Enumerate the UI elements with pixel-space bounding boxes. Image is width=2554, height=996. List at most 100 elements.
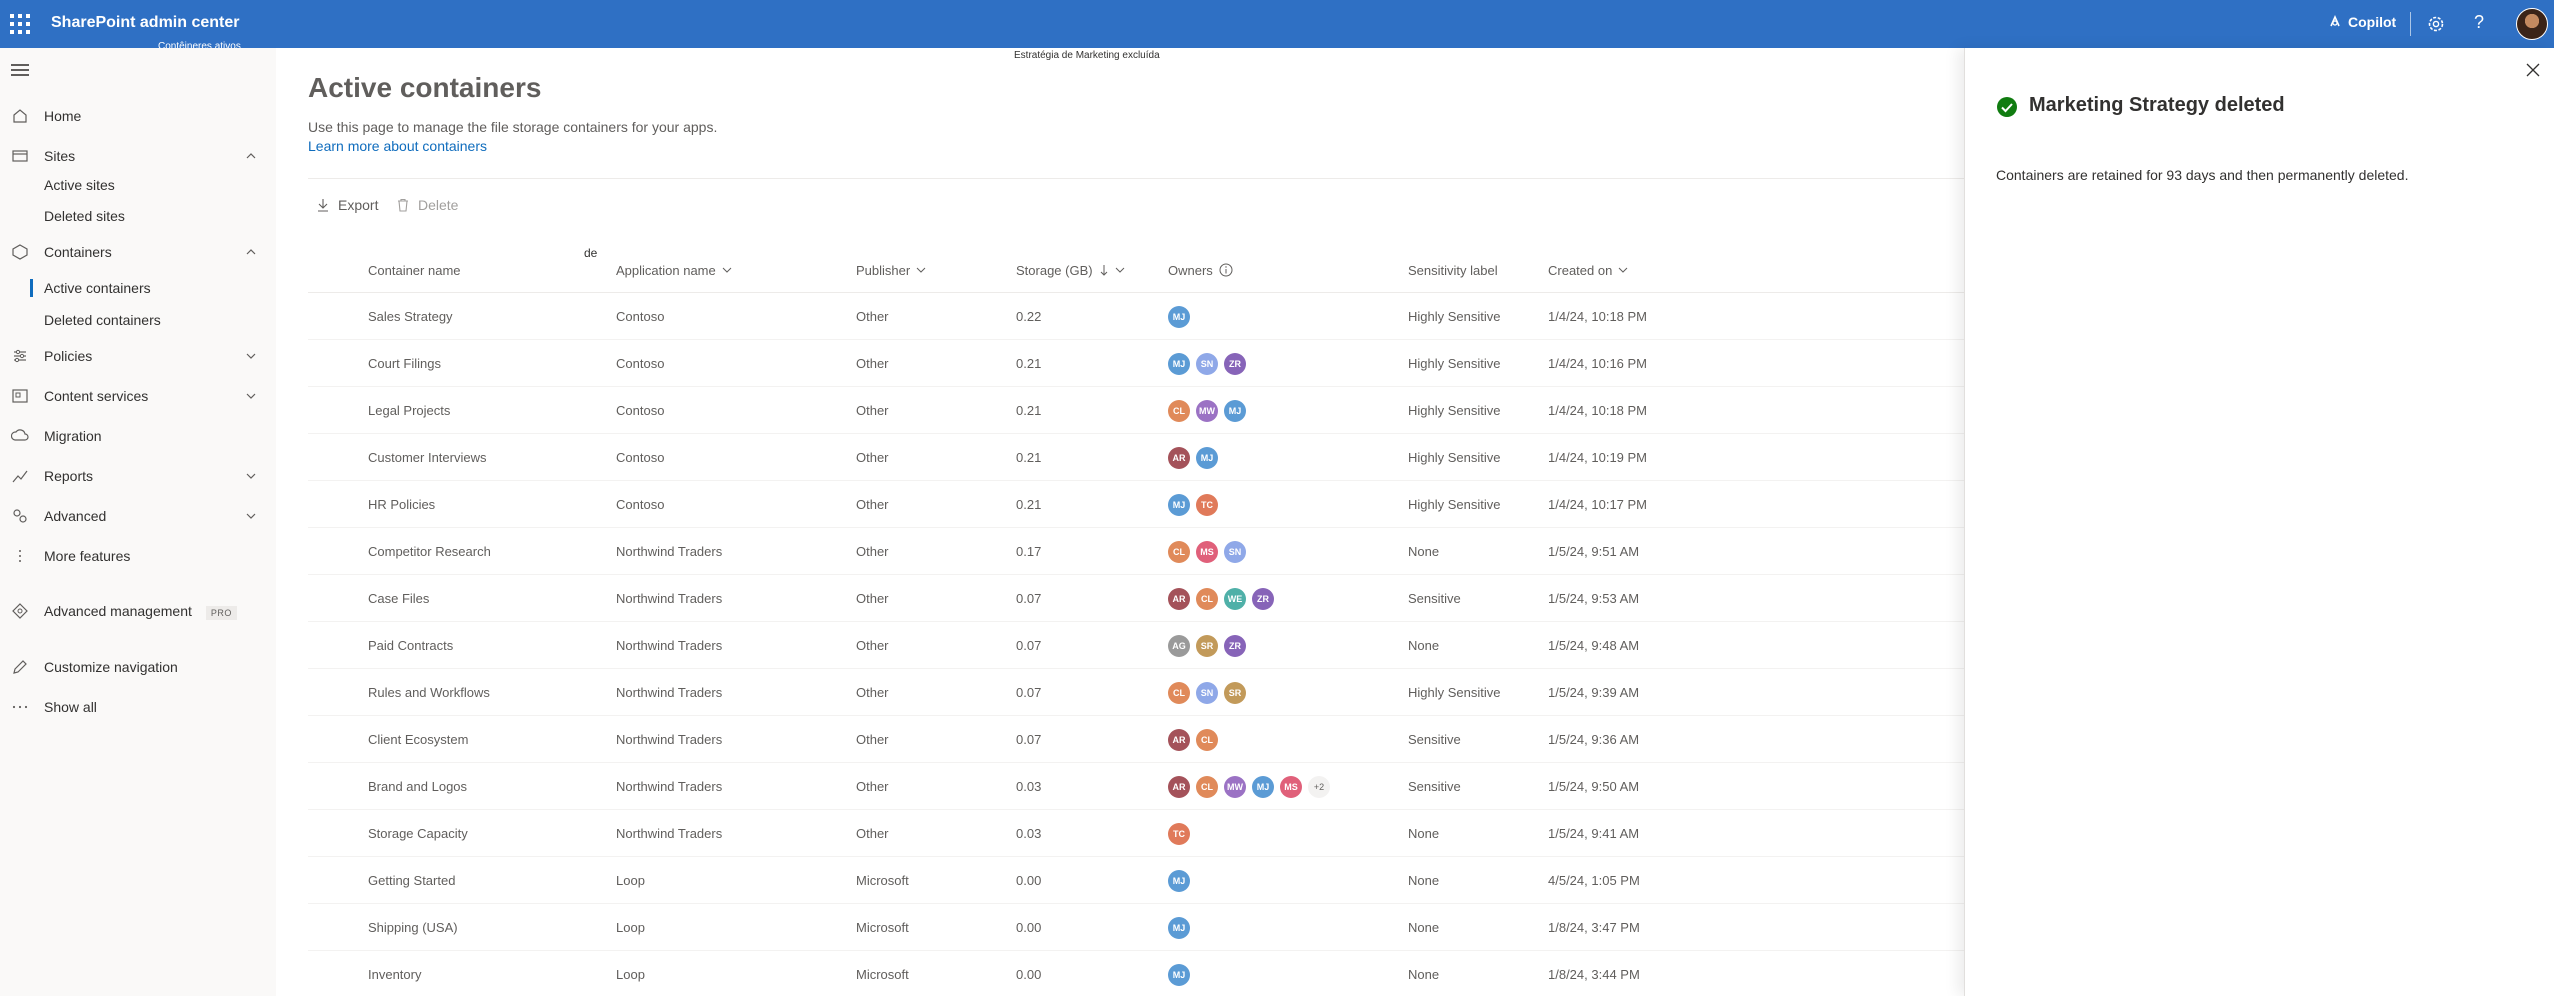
owner-avatar[interactable]: CL (1168, 399, 1190, 422)
cell-name[interactable]: Inventory (368, 951, 421, 996)
cell-name[interactable]: Client Ecosystem (368, 716, 468, 763)
owner-avatar[interactable]: MS (1196, 540, 1218, 563)
owner-avatar[interactable]: MJ (1168, 916, 1190, 939)
table-row[interactable]: Paid Contracts Northwind Traders Other 0.07… (308, 622, 2008, 669)
owner-avatar[interactable]: CL (1196, 728, 1218, 751)
owner-avatar[interactable]: WE (1224, 587, 1246, 610)
cell-name[interactable]: Customer Interviews (368, 434, 486, 481)
owner-avatar[interactable]: SN (1196, 681, 1218, 704)
table-row[interactable]: Legal Projects Contoso Other 0.21 Highly Sen… (308, 387, 2008, 434)
column-header-owners[interactable]: Owners (1168, 248, 1233, 292)
help-icon[interactable]: ? (2474, 12, 2484, 33)
collapse-nav-icon[interactable] (11, 64, 29, 76)
table-row[interactable]: Rules and Workflows Northwind Traders Othe… (308, 669, 2008, 716)
chevron-down-icon[interactable] (245, 350, 257, 362)
chevron-down-icon[interactable] (245, 470, 257, 482)
cell-name[interactable]: Getting Started (368, 857, 455, 904)
cell-name[interactable]: Paid Contracts (368, 622, 453, 669)
nav-show-all[interactable]: Show all (0, 691, 276, 723)
nav-more-features[interactable]: More features (0, 540, 276, 572)
nav-home[interactable]: Home (0, 100, 276, 132)
nav-active-containers[interactable]: Active containers (0, 273, 276, 303)
owner-avatar[interactable]: TC (1196, 493, 1218, 516)
table-row[interactable]: Client Ecosystem Northwind Traders Other 0.… (308, 716, 2008, 763)
cell-name[interactable]: Rules and Workflows (368, 669, 490, 716)
chevron-down-icon[interactable] (245, 510, 257, 522)
chevron-down-icon[interactable] (245, 390, 257, 402)
app-title[interactable]: SharePoint admin center (51, 14, 240, 32)
learn-more-link[interactable]: Learn more about containers (308, 138, 487, 154)
owner-avatar[interactable]: SN (1224, 540, 1246, 563)
owner-avatar[interactable]: MJ (1168, 352, 1190, 375)
app-launcher-icon[interactable] (10, 14, 30, 34)
owner-avatar[interactable]: CL (1196, 587, 1218, 610)
cell-name[interactable]: Court Filings (368, 340, 441, 387)
table-row[interactable]: Case Files Northwind Traders Other 0.07 Sens… (308, 575, 2008, 622)
nav-reports[interactable]: Reports (0, 460, 276, 492)
owner-avatar[interactable]: MJ (1168, 493, 1190, 516)
owner-avatar[interactable]: CL (1196, 775, 1218, 798)
table-row[interactable]: Customer Interviews Contoso Other 0.21 Highl… (308, 434, 2008, 481)
table-row[interactable]: Sales Strategy Contoso Other 0.22 Highly Sen… (308, 293, 2008, 340)
close-icon[interactable] (2525, 62, 2541, 78)
owner-avatar[interactable]: AR (1168, 775, 1190, 798)
owner-avatar[interactable]: CL (1168, 540, 1190, 563)
owner-avatar[interactable]: SN (1196, 352, 1218, 375)
owner-avatar[interactable]: ZR (1224, 634, 1246, 657)
user-avatar[interactable] (2516, 8, 2548, 40)
delete-button[interactable]: Delete (396, 192, 458, 218)
owner-avatar[interactable]: MJ (1168, 869, 1190, 892)
nav-active-sites[interactable]: Active sites (0, 170, 276, 200)
owner-avatar[interactable]: MJ (1224, 399, 1246, 422)
owner-avatar[interactable]: SR (1224, 681, 1246, 704)
owner-avatar[interactable]: MJ (1168, 963, 1190, 986)
info-icon[interactable] (1219, 263, 1233, 277)
column-header-publisher[interactable]: Publisher (856, 248, 926, 292)
column-header-created-on[interactable]: Created on (1548, 248, 1628, 292)
owner-avatar[interactable]: MS (1280, 775, 1302, 798)
owner-avatar[interactable]: MW (1196, 399, 1218, 422)
owner-avatar[interactable]: TC (1168, 822, 1190, 845)
column-header-storage[interactable]: Storage (GB) (1016, 248, 1125, 292)
owner-avatar[interactable]: MJ (1252, 775, 1274, 798)
owner-avatar[interactable]: AR (1168, 446, 1190, 469)
owner-avatar[interactable]: SR (1196, 634, 1218, 657)
nav-deleted-sites[interactable]: Deleted sites (0, 201, 276, 231)
column-header-container-name[interactable]: Container name (368, 248, 461, 292)
owner-avatar[interactable]: MJ (1168, 305, 1190, 328)
table-row[interactable]: Getting Started Loop Microsoft 0.00 None 4/5/… (308, 857, 2008, 904)
nav-advanced[interactable]: Advanced (0, 500, 276, 532)
export-button[interactable]: Export (316, 192, 378, 218)
nav-migration[interactable]: Migration (0, 420, 276, 452)
cell-name[interactable]: HR Policies (368, 481, 435, 528)
cell-name[interactable]: Legal Projects (368, 387, 450, 434)
column-header-sensitivity[interactable]: Sensitivity label (1408, 248, 1498, 292)
table-row[interactable]: Shipping (USA) Loop Microsoft 0.00 None 1/8/2… (308, 904, 2008, 951)
cell-name[interactable]: Case Files (368, 575, 429, 622)
table-row[interactable]: Storage Capacity Northwind Traders Other 0.… (308, 810, 2008, 857)
owner-avatar[interactable]: ZR (1252, 587, 1274, 610)
column-header-application-name[interactable]: Application name (616, 248, 732, 292)
nav-content-services[interactable]: Content services (0, 380, 276, 412)
cell-name[interactable]: Brand and Logos (368, 763, 467, 810)
chevron-up-icon[interactable] (245, 246, 257, 258)
nav-sites[interactable]: Sites (0, 140, 276, 172)
cell-name[interactable]: Shipping (USA) (368, 904, 458, 951)
owner-avatar[interactable]: MW (1224, 775, 1246, 798)
owner-avatar[interactable]: AR (1168, 728, 1190, 751)
table-row[interactable]: HR Policies Contoso Other 0.21 Highly Sensit… (308, 481, 2008, 528)
owner-avatar[interactable]: AG (1168, 634, 1190, 657)
nav-containers[interactable]: Containers (0, 236, 276, 268)
table-row[interactable]: Court Filings Contoso Other 0.21 Highly Sens… (308, 340, 2008, 387)
table-row[interactable]: Brand and Logos Northwind Traders Other 0.0… (308, 763, 2008, 810)
owner-avatar[interactable]: MJ (1196, 446, 1218, 469)
owner-avatar[interactable]: CL (1168, 681, 1190, 704)
copilot-button[interactable]: Copilot (2328, 14, 2396, 30)
nav-advanced-management[interactable]: Advanced management PRO (0, 595, 276, 627)
more-owners-badge[interactable]: +2 (1308, 775, 1330, 798)
nav-policies[interactable]: Policies (0, 340, 276, 372)
owner-avatar[interactable]: ZR (1224, 352, 1246, 375)
owner-avatar[interactable]: AR (1168, 587, 1190, 610)
cell-name[interactable]: Sales Strategy (368, 293, 453, 340)
settings-gear-icon[interactable] (2425, 13, 2447, 35)
